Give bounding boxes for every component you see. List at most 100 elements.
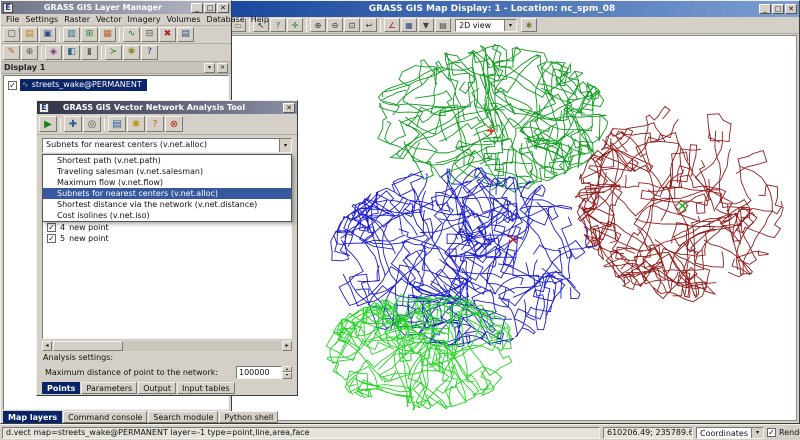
- map-display-titlebar[interactable]: E GRASS GIS Map Display: 1 - Location: n…: [211, 1, 799, 17]
- scrollbar-track[interactable]: [124, 341, 282, 351]
- zoom-extent-icon[interactable]: ⊡: [344, 18, 360, 32]
- print-display-icon[interactable]: ▤: [435, 18, 451, 32]
- map-canvas[interactable]: [213, 35, 797, 421]
- snapping-icon[interactable]: ◎: [83, 116, 101, 132]
- save-display-icon[interactable]: ▼: [418, 18, 434, 32]
- georectifier-icon[interactable]: ⊕: [21, 45, 38, 60]
- zoom-in-icon[interactable]: ⊕: [310, 18, 326, 32]
- help-icon[interactable]: ?: [141, 45, 158, 60]
- run-analysis-icon[interactable]: ▶: [39, 116, 57, 132]
- database-icon[interactable]: ▮: [81, 45, 98, 60]
- tab-python-shell[interactable]: Python shell: [219, 411, 278, 423]
- toolbar-separator: [380, 19, 381, 32]
- close-icon[interactable]: ✕: [283, 103, 295, 113]
- open-workspace-icon[interactable]: ▤: [21, 27, 38, 42]
- menu-database[interactable]: Database: [204, 15, 248, 24]
- horizontal-scrollbar[interactable]: ◂ ▸: [42, 341, 292, 351]
- tab-search-module[interactable]: Search module: [148, 411, 218, 423]
- render-checkbox[interactable]: ✓: [767, 428, 776, 437]
- zoom-out-icon[interactable]: ⊖: [327, 18, 343, 32]
- measure-icon[interactable]: ∠: [384, 18, 400, 32]
- tab-command-console[interactable]: Command console: [63, 411, 147, 423]
- query-icon[interactable]: ?: [270, 18, 286, 32]
- pan-icon[interactable]: ✛: [287, 18, 303, 32]
- point-row[interactable]: ✓ 5 new point: [47, 233, 109, 244]
- tab-map-layers[interactable]: Map layers: [3, 411, 62, 423]
- display-tab-label[interactable]: Display 1: [4, 63, 45, 72]
- point-checkbox[interactable]: ✓: [47, 223, 56, 232]
- add-vector-layer-icon[interactable]: ∿: [123, 27, 140, 42]
- dialog-settings-icon[interactable]: ✱: [127, 116, 145, 132]
- point-checkbox[interactable]: ✓: [47, 234, 56, 243]
- python-icon[interactable]: ≻: [105, 45, 122, 60]
- add-multiple-layers-icon[interactable]: ⊞: [81, 27, 98, 42]
- minimize-icon[interactable]: _: [191, 3, 203, 13]
- layer-row[interactable]: ✓ ∿ streets_wake@PERMANENT: [8, 79, 228, 91]
- add-layer-group-icon[interactable]: ⊟: [141, 27, 158, 42]
- graphical-modeler-icon[interactable]: ◈: [45, 45, 62, 60]
- spin-down-icon[interactable]: ▾: [282, 372, 292, 379]
- overlay-icon[interactable]: ▦: [401, 18, 417, 32]
- chevron-down-icon[interactable]: ▾: [279, 139, 291, 152]
- digitize-icon[interactable]: ✎: [3, 45, 20, 60]
- dropdown-option[interactable]: Shortest distance via the network (v.net…: [43, 199, 291, 210]
- menu-volumes[interactable]: Volumes: [164, 15, 204, 24]
- dropdown-option-selected[interactable]: Subnets for nearest centers (v.net.alloc…: [43, 188, 291, 199]
- quit-icon[interactable]: ⊗: [165, 116, 183, 132]
- chevron-down-icon[interactable]: ▾: [751, 428, 763, 438]
- dropdown-option[interactable]: Traveling salesman (v.net.salesman): [43, 166, 291, 177]
- menu-vector[interactable]: Vector: [93, 15, 125, 24]
- dialog-help-icon[interactable]: ?: [146, 116, 164, 132]
- map-display-toolbar: ↻ ▭ ↖ ? ✛ ⊕ ⊖ ⊡ ↩ ∠ ▦ ▼ ▤ 2D view ▾ ✱: [211, 17, 799, 34]
- zoom-back-icon[interactable]: ↩: [361, 18, 377, 32]
- scroll-left-icon[interactable]: ◂: [42, 341, 52, 351]
- new-display-icon[interactable]: ▥: [63, 27, 80, 42]
- tab-output[interactable]: Output: [138, 382, 176, 394]
- point-label: new point: [69, 234, 108, 243]
- map-swipe-icon[interactable]: ◧: [63, 45, 80, 60]
- settings-icon[interactable]: ✱: [123, 45, 140, 60]
- insert-points-icon[interactable]: ✚: [64, 116, 82, 132]
- chevron-down-icon[interactable]: ▾: [504, 20, 516, 31]
- attribute-table-icon[interactable]: ▤: [177, 27, 194, 42]
- close-display-icon[interactable]: ✕: [217, 63, 228, 73]
- render-toggle[interactable]: ✓ Render: [767, 428, 800, 437]
- menu-help[interactable]: Help: [248, 15, 272, 24]
- tab-parameters[interactable]: Parameters: [81, 382, 137, 394]
- coordinates-value: 610206.49; 235789.69: [603, 427, 693, 439]
- maximize-icon[interactable]: □: [204, 3, 216, 13]
- dropdown-option[interactable]: Maximum flow (v.net.flow): [43, 177, 291, 188]
- close-icon[interactable]: ✕: [217, 3, 229, 13]
- menu-settings[interactable]: Settings: [22, 15, 61, 24]
- menu-file[interactable]: File: [3, 15, 22, 24]
- scrollbar-thumb[interactable]: [53, 341, 123, 351]
- menu-imagery[interactable]: Imagery: [125, 15, 164, 24]
- max-distance-value[interactable]: 100000: [236, 366, 282, 379]
- analysis-method-select[interactable]: Subnets for nearest centers (v.net.alloc…: [42, 138, 292, 153]
- layer-manager-titlebar[interactable]: E GRASS GIS Layer Manager _ □ ✕: [1, 1, 231, 14]
- layer-checkbox[interactable]: ✓: [8, 81, 17, 90]
- map-display-settings-icon[interactable]: ✱: [521, 18, 537, 32]
- display-menu-icon[interactable]: ▾: [204, 63, 215, 73]
- dropdown-option[interactable]: Shortest path (v.net.path): [43, 155, 291, 166]
- add-raster-layer-icon[interactable]: ▦: [99, 27, 116, 42]
- point-row[interactable]: ✓ 4 new point: [47, 222, 109, 233]
- tab-points[interactable]: Points: [42, 382, 80, 394]
- point-list-icon[interactable]: ▤: [108, 116, 126, 132]
- tab-input-tables[interactable]: Input tables: [177, 382, 235, 394]
- save-workspace-icon[interactable]: ▣: [39, 27, 56, 42]
- new-workspace-icon[interactable]: ▢: [3, 27, 20, 42]
- scroll-right-icon[interactable]: ▸: [282, 341, 292, 351]
- dropdown-option[interactable]: Cost isolines (v.net.iso): [43, 210, 291, 221]
- selected-layer[interactable]: ∿ streets_wake@PERMANENT: [20, 79, 147, 91]
- command-prompt[interactable]: d.vect map=streets_wake@PERMANENT layer=…: [2, 427, 600, 439]
- minimize-icon[interactable]: _: [759, 4, 771, 14]
- view-mode-select[interactable]: 2D view ▾: [455, 19, 517, 32]
- statusbar-mode-select[interactable]: Coordinates ▾: [696, 427, 764, 439]
- max-distance-stepper[interactable]: 100000 ▴ ▾: [236, 366, 292, 379]
- network-dialog-titlebar[interactable]: E GRASS GIS Vector Network Analysis Tool…: [37, 101, 297, 114]
- remove-layer-icon[interactable]: ✖: [159, 27, 176, 42]
- close-icon[interactable]: ✕: [785, 4, 797, 14]
- maximize-icon[interactable]: □: [772, 4, 784, 14]
- menu-raster[interactable]: Raster: [61, 15, 93, 24]
